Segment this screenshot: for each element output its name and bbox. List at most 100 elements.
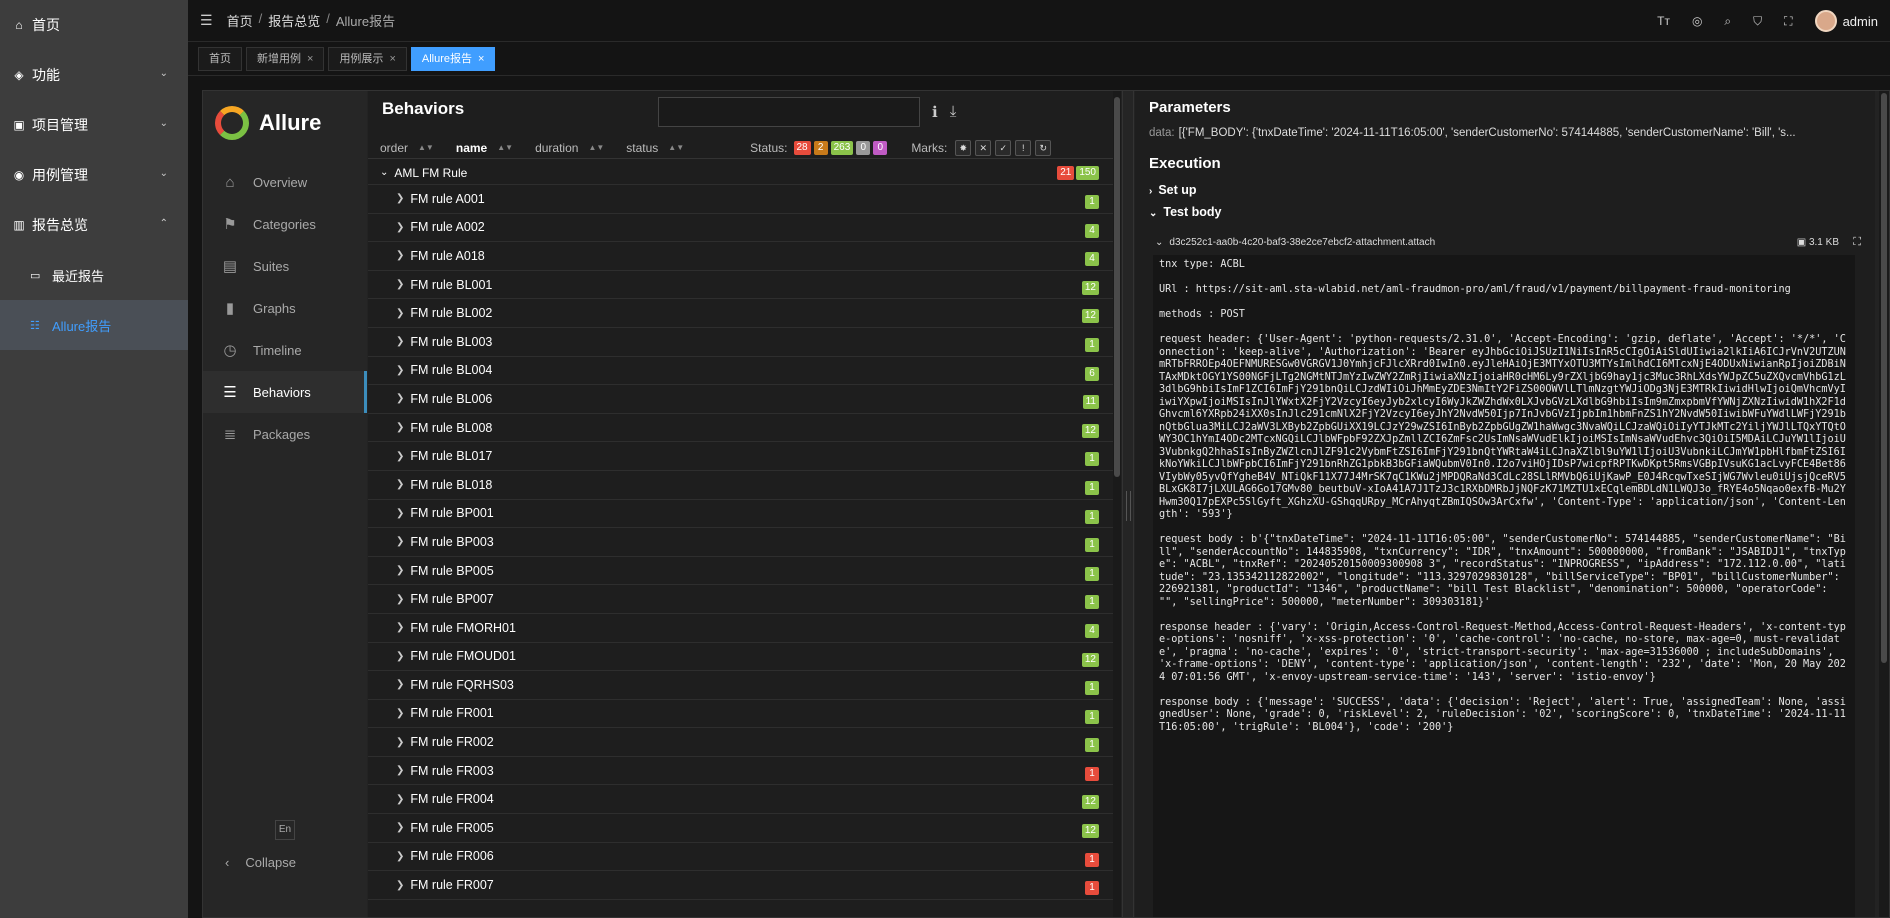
language-button[interactable]: En — [275, 820, 295, 840]
allure-nav-item[interactable]: ⚑ Categories — [203, 203, 367, 245]
allure-nav-item[interactable]: ▮ Graphs — [203, 287, 367, 329]
theme-icon[interactable]: ⛉ — [1753, 14, 1762, 29]
info-icon[interactable]: ℹ — [932, 103, 938, 121]
test-body-section[interactable]: ⌄ Test body — [1149, 205, 1222, 219]
setup-section[interactable]: › Set up — [1149, 183, 1197, 197]
tab-case-display[interactable]: 用例展示 × — [328, 47, 407, 71]
rule-name: FM rule FR004 — [410, 792, 494, 807]
tree-row[interactable]: ❯ FM rule BP007 1 — [368, 585, 1113, 614]
download-icon[interactable]: ⤓ — [950, 103, 957, 121]
tree-row[interactable]: ❯ FM rule BL017 1 — [368, 442, 1113, 471]
expand-icon[interactable]: ⛶ — [1853, 236, 1861, 249]
tab-label: 用例展示 — [339, 53, 384, 65]
tree-row[interactable]: ❯ FM rule FR006 1 — [368, 843, 1113, 872]
close-icon[interactable]: × — [307, 48, 313, 70]
filter-input[interactable] — [658, 97, 920, 127]
status-skipped-toggle[interactable]: 0 — [856, 140, 871, 155]
tree-row[interactable]: ❯ FM rule BL018 1 — [368, 471, 1113, 500]
sort-status[interactable]: status ▲▼ — [626, 141, 684, 155]
username[interactable]: admin — [1843, 14, 1878, 29]
chevron-icon: ⌃ — [159, 218, 168, 229]
breadcrumb-item[interactable]: 报告总览 — [268, 11, 320, 30]
chevron-down-icon: ⌄ — [1155, 236, 1164, 248]
tab-add-case[interactable]: 新增用例 × — [246, 47, 325, 71]
sidebar-item[interactable]: ▣ 项目管理 ⌄ — [0, 100, 188, 150]
status-failed-toggle[interactable]: 28 — [793, 140, 811, 155]
tree-row[interactable]: ❯ FM rule FR004 12 — [368, 785, 1113, 815]
attachment-row[interactable]: ⌄ d3c252c1-aa0b-4c20-baf3-38e2ce7ebcf2-a… — [1155, 231, 1867, 253]
scrollbar-thumb[interactable] — [1881, 93, 1887, 663]
tree-row[interactable]: ❯ FM rule A002 4 — [368, 214, 1113, 243]
sort-duration[interactable]: duration ▲▼ — [535, 141, 604, 155]
tree-row[interactable]: ❯ FM rule BL003 1 — [368, 328, 1113, 357]
rule-count: 1 — [1085, 681, 1099, 696]
sort-order[interactable]: order ▲▼ — [380, 141, 434, 155]
save-icon[interactable]: ▣ — [1797, 237, 1809, 248]
status-broken-toggle[interactable]: 2 — [813, 140, 828, 155]
allure-logo[interactable]: Allure — [203, 91, 367, 155]
tab-home[interactable]: 首页 — [198, 47, 242, 71]
detail-scrollbar[interactable] — [1879, 91, 1889, 917]
sidebar-item[interactable]: ▥ 报告总览 ⌃ — [0, 200, 188, 250]
new-broken-mark-icon[interactable]: ! — [1015, 139, 1032, 156]
scrollbar-thumb[interactable] — [1114, 97, 1120, 477]
tab-allure-report[interactable]: Allure报告 × — [410, 47, 496, 71]
tree-row[interactable]: ❯ FM rule BP005 1 — [368, 557, 1113, 586]
tree-row[interactable]: ❯ FM rule BL004 6 — [368, 357, 1113, 386]
close-icon[interactable]: × — [478, 48, 484, 70]
allure-nav-item[interactable]: ▤ Suites — [203, 245, 367, 287]
tree-row[interactable]: ❯ FM rule FR002 1 — [368, 728, 1113, 757]
tree-row[interactable]: ❯ FM rule FR007 1 — [368, 871, 1113, 900]
rule-name: FM rule BL003 — [410, 334, 493, 349]
allure-nav-item[interactable]: ◷ Timeline — [203, 329, 367, 371]
font-size-icon[interactable]: Tт — [1657, 14, 1670, 28]
allure-nav-item[interactable]: ≣ Packages — [203, 413, 367, 455]
status-unknown-toggle[interactable]: 0 — [873, 140, 888, 155]
fullscreen-icon[interactable]: ⛶ — [1784, 14, 1792, 29]
rule-name: FM rule BL001 — [410, 277, 493, 292]
tree-row[interactable]: ❯ FM rule BP001 1 — [368, 500, 1113, 529]
close-icon[interactable]: × — [389, 48, 395, 70]
rule-count: 11 — [1082, 395, 1099, 410]
status-passed-toggle[interactable]: 263 — [830, 140, 854, 155]
avatar[interactable] — [1814, 10, 1837, 32]
breadcrumb-item[interactable]: 首页 — [227, 11, 253, 30]
new-failed-mark-icon[interactable]: ✕ — [975, 139, 992, 156]
tree-row[interactable]: ❯ FM rule BL002 12 — [368, 299, 1113, 328]
chevron-down-icon: ⌄ — [1149, 208, 1158, 219]
collapse-button[interactable]: ‹ Collapse — [225, 855, 296, 870]
allure-nav-item[interactable]: ☰ Behaviors — [203, 371, 367, 413]
tree-scrollbar[interactable] — [1113, 91, 1121, 917]
flaky-mark-icon[interactable]: ✸ — [955, 139, 972, 156]
tree-row[interactable]: ❯ FM rule BP003 1 — [368, 528, 1113, 557]
sidebar-subitem[interactable]: ▭ 最近报告 — [0, 250, 188, 300]
github-icon[interactable]: ◎ — [1692, 14, 1702, 28]
tree-row[interactable]: ❯ FM rule FR005 12 — [368, 814, 1113, 843]
sidebar-item[interactable]: ◈ 功能 ⌄ — [0, 50, 188, 100]
tree-row[interactable]: ❯ FM rule BL001 12 — [368, 271, 1113, 300]
tree-row[interactable]: ❯ FM rule A018 4 — [368, 242, 1113, 271]
rule-name: FM rule BP005 — [410, 563, 494, 578]
tree-row[interactable]: ❯ FM rule FMORH01 4 — [368, 614, 1113, 643]
tree-row[interactable]: ❯ FM rule A001 1 — [368, 185, 1113, 214]
search-icon[interactable]: ⌕ — [1724, 14, 1731, 29]
tree-row[interactable]: ❯ FM rule FQRHS03 1 — [368, 671, 1113, 700]
rule-count: 1 — [1085, 337, 1099, 352]
new-passed-mark-icon[interactable]: ✓ — [995, 139, 1012, 156]
sidebar-subitem[interactable]: ☷ Allure报告 — [0, 300, 188, 350]
group-row[interactable]: ⌄ AML FM Rule 21 150 — [368, 161, 1113, 185]
retries-mark-icon[interactable]: ↻ — [1035, 139, 1052, 156]
sidebar-item[interactable]: ⌂ 首页 — [0, 0, 188, 50]
pane-resize-handle[interactable] — [1122, 91, 1134, 917]
sidebar-item[interactable]: ◉ 用例管理 ⌄ — [0, 150, 188, 200]
rule-name: FM rule BL004 — [410, 363, 493, 378]
tree-row[interactable]: ❯ FM rule FMOUD01 12 — [368, 643, 1113, 672]
tree-row[interactable]: ❯ FM rule FR003 1 — [368, 757, 1113, 786]
group-failed-count: 21 — [1057, 166, 1075, 180]
tree-row[interactable]: ❯ FM rule BL006 11 — [368, 385, 1113, 414]
tree-row[interactable]: ❯ FM rule BL008 12 — [368, 414, 1113, 443]
allure-nav-item[interactable]: ⌂ Overview — [203, 161, 367, 203]
sort-name[interactable]: name ▲▼ — [456, 141, 513, 155]
hamburger-icon[interactable]: ☰ — [200, 12, 213, 29]
tree-row[interactable]: ❯ FM rule FR001 1 — [368, 700, 1113, 729]
